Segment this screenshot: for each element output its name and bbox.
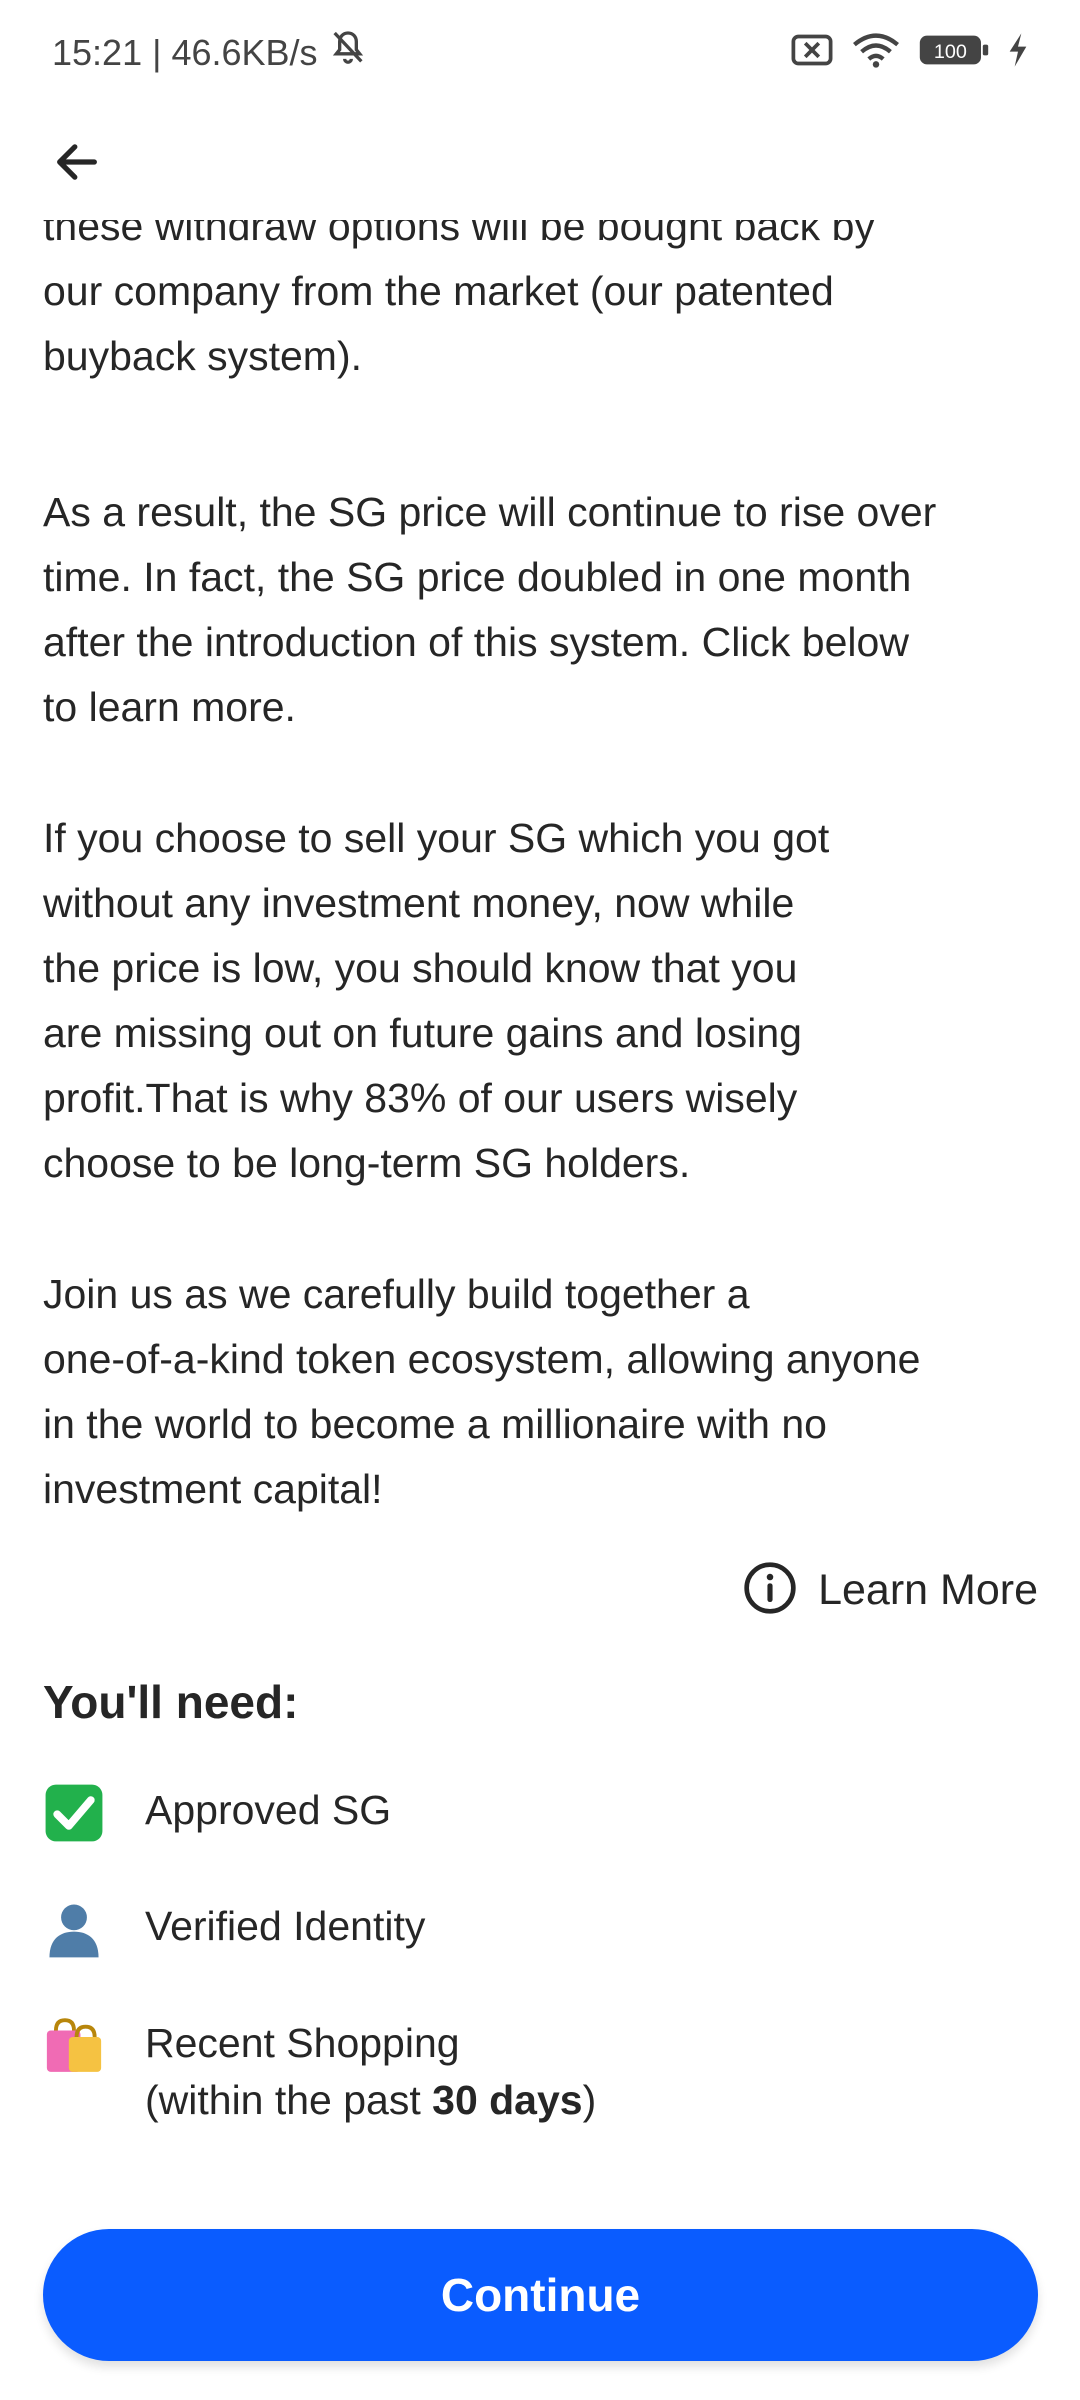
text-line: investment capital! — [43, 1466, 383, 1512]
status-right: 100 — [790, 32, 1028, 73]
status-bar: 15:21 | 46.6KB/s 100 — [0, 0, 1080, 105]
status-separator: | — [152, 31, 162, 73]
requirement-text: Recent Shopping (within the past 30 days… — [145, 2015, 596, 2129]
wifi-icon — [852, 32, 900, 73]
app-bar — [0, 105, 1080, 220]
continue-button[interactable]: Continue — [43, 2229, 1038, 2361]
paragraph-sell-warning: If you choose to sell your SG which you … — [43, 806, 1043, 1196]
charging-icon — [1008, 33, 1028, 72]
sublabel-bold: 30 days — [432, 2077, 583, 2123]
learn-more-label: Learn More — [818, 1566, 1038, 1614]
person-icon — [43, 1898, 105, 1960]
arrow-left-icon — [51, 136, 103, 193]
network-speed: 46.6KB/s — [171, 31, 318, 73]
text-line: to learn more. — [43, 684, 296, 730]
sim-x-icon — [790, 32, 834, 73]
requirement-sublabel: (within the past 30 days) — [145, 2072, 596, 2129]
paragraph-buyback: these withdraw options will be bought ba… — [43, 200, 1043, 389]
text-line: the price is low, you should know that y… — [43, 945, 798, 991]
requirement-label: Approved SG — [145, 1787, 392, 1833]
learn-more-link[interactable]: Learn More — [742, 1560, 1038, 1621]
paragraph-join-us: Join us as we carefully build together a… — [43, 1262, 1043, 1522]
text-line: Join us as we carefully build together a — [43, 1271, 750, 1317]
text-line: choose to be long-term SG holders. — [43, 1140, 691, 1186]
text-line: time. In fact, the SG price doubled in o… — [43, 554, 912, 600]
content-scroll-area[interactable]: these withdraw options will be bought ba… — [0, 200, 1080, 2400]
text-line: after the introduction of this system. C… — [43, 619, 909, 665]
bell-off-icon — [328, 28, 368, 77]
text-line: our company from the market (our patente… — [43, 268, 834, 314]
shopping-bags-icon — [43, 2015, 105, 2077]
text-line: without any investment money, now while — [43, 880, 795, 926]
paragraph-price-rise: As a result, the SG price will continue … — [43, 480, 1043, 740]
requirement-label: Verified Identity — [145, 1903, 426, 1949]
battery-icon: 100 — [918, 33, 990, 72]
text-line: profit.That is why 83% of our users wise… — [43, 1075, 798, 1121]
text-line: in the world to become a millionaire wit… — [43, 1401, 827, 1447]
sublabel-prefix: (within the past — [145, 2077, 433, 2123]
battery-level: 100 — [934, 41, 967, 63]
text-line: As a result, the SG price will continue … — [43, 489, 937, 535]
requirement-label: Recent Shopping — [145, 2020, 460, 2066]
check-mark-icon — [43, 1782, 105, 1844]
info-icon — [742, 1560, 798, 1621]
back-button[interactable] — [40, 127, 114, 201]
status-left: 15:21 | 46.6KB/s — [52, 28, 368, 77]
requirement-approved-sg: Approved SG — [43, 1782, 1043, 1844]
status-time: 15:21 — [52, 31, 143, 73]
text-line: one-of-a-kind token ecosystem, allowing … — [43, 1336, 921, 1382]
screen: 15:21 | 46.6KB/s 100 these withdraw opti… — [0, 0, 1080, 2400]
requirement-verified-identity: Verified Identity — [43, 1898, 1043, 1960]
sublabel-suffix: ) — [582, 2077, 597, 2123]
requirement-recent-shopping: Recent Shopping (within the past 30 days… — [43, 2015, 1043, 2129]
text-line: buyback system). — [43, 333, 362, 379]
requirements-title: You'll need: — [43, 1676, 299, 1728]
text-line: are missing out on future gains and losi… — [43, 1010, 802, 1056]
text-line: If you choose to sell your SG which you … — [43, 815, 830, 861]
